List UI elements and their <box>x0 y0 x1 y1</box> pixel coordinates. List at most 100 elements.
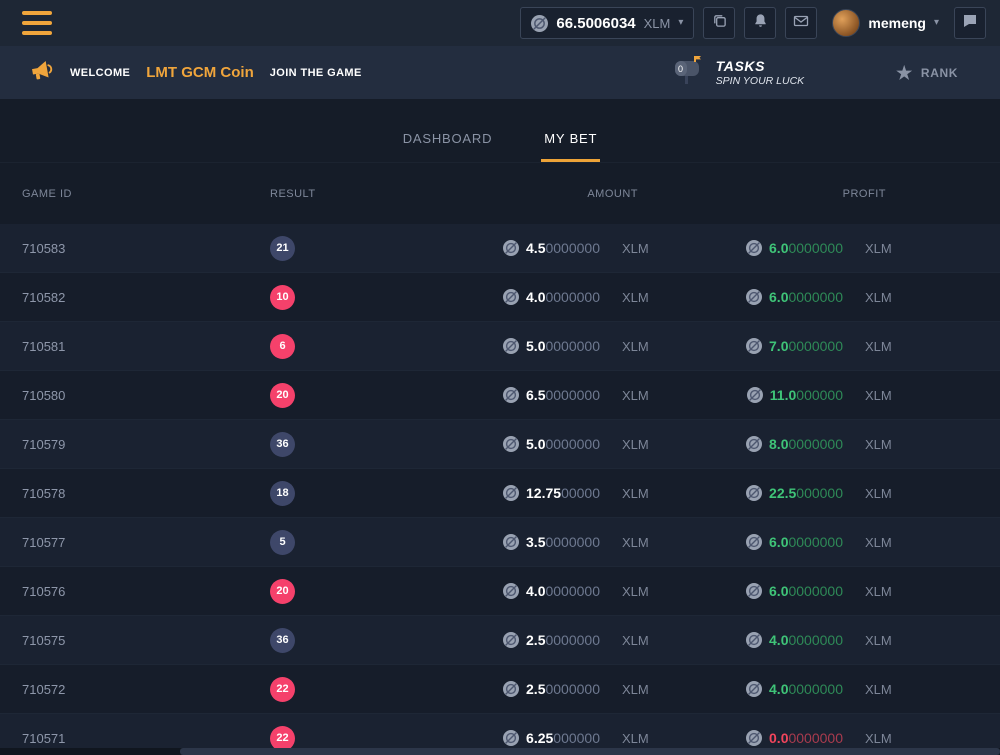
game-id: 710575 <box>22 633 270 648</box>
game-id: 710572 <box>22 682 270 697</box>
table-row[interactable]: 710576 20 4.00000000 XLM 6.00000000 XLM <box>0 567 1000 616</box>
tab-my-bet[interactable]: MY BET <box>541 131 600 162</box>
result-badge: 5 <box>270 530 295 555</box>
game-id: 710578 <box>22 486 270 501</box>
copy-button[interactable] <box>703 7 735 39</box>
result-badge: 36 <box>270 628 295 653</box>
result-cell: 36 <box>270 432 488 457</box>
coin-icon <box>503 730 519 746</box>
amount-value: 4.00000000 <box>526 583 600 599</box>
notifications-button[interactable] <box>744 7 776 39</box>
amount-cell: 6.25000000 <box>488 730 600 746</box>
rank-label: RANK <box>921 66 958 80</box>
tasks-title: TASKS <box>716 58 805 74</box>
amount-cell: 5.00000000 <box>488 338 600 354</box>
game-id: 710580 <box>22 388 270 403</box>
table-row[interactable]: 710579 36 5.00000000 XLM 8.00000000 XLM <box>0 420 1000 469</box>
profit-cell: 6.00000000 <box>656 289 843 305</box>
profit-currency: XLM <box>865 584 899 599</box>
coin-icon <box>747 387 763 403</box>
result-cell: 20 <box>270 383 488 408</box>
top-bar: 66.5006034 XLM ▾ memeng ▾ <box>0 0 1000 46</box>
table-row[interactable]: 710583 21 4.50000000 XLM 6.00000000 XLM <box>0 224 1000 273</box>
amount-cell: 12.7500000 <box>488 485 600 501</box>
amount-cell: 5.00000000 <box>488 436 600 452</box>
result-badge: 22 <box>270 726 295 751</box>
tasks-button[interactable]: 0 TASKS SPIN YOUR LUCK <box>670 54 805 91</box>
coin-icon <box>746 681 762 697</box>
amount-value: 3.50000000 <box>526 534 600 550</box>
welcome-prefix: WELCOME <box>70 67 130 79</box>
profit-value: 4.00000000 <box>769 681 843 697</box>
table-row[interactable]: 710581 6 5.00000000 XLM 7.00000000 XLM <box>0 322 1000 371</box>
coin-icon <box>503 240 519 256</box>
game-id: 710576 <box>22 584 270 599</box>
profit-currency: XLM <box>865 437 899 452</box>
join-the-game: JOIN THE GAME <box>270 67 362 79</box>
chat-icon <box>962 13 978 34</box>
megaphone-icon <box>28 56 59 89</box>
profit-currency: XLM <box>865 682 899 697</box>
coin-icon <box>746 485 762 501</box>
balance-selector[interactable]: 66.5006034 XLM ▾ <box>520 7 694 39</box>
coin-icon <box>503 485 519 501</box>
amount-currency: XLM <box>622 584 656 599</box>
result-badge: 20 <box>270 579 295 604</box>
profit-currency: XLM <box>865 633 899 648</box>
profit-currency: XLM <box>865 486 899 501</box>
avatar <box>832 9 860 37</box>
table-row[interactable]: 710582 10 4.00000000 XLM 6.00000000 XLM <box>0 273 1000 322</box>
game-id: 710582 <box>22 290 270 305</box>
table-header: GAME ID RESULT AMOUNT PROFIT <box>0 163 1000 224</box>
profit-cell: 6.00000000 <box>656 583 843 599</box>
result-badge: 20 <box>270 383 295 408</box>
amount-currency: XLM <box>622 339 656 354</box>
amount-value: 6.25000000 <box>526 730 600 746</box>
menu-button[interactable] <box>22 11 52 35</box>
profit-currency: XLM <box>865 388 899 403</box>
coin-icon <box>746 632 762 648</box>
profit-cell: 11.0000000 <box>656 387 843 403</box>
horizontal-scrollbar[interactable] <box>0 748 1000 755</box>
profit-cell: 7.00000000 <box>656 338 843 354</box>
profit-value: 22.5000000 <box>769 485 843 501</box>
table-row[interactable]: 710580 20 6.50000000 XLM 11.0000000 XLM <box>0 371 1000 420</box>
profit-value: 4.00000000 <box>769 632 843 648</box>
tab-bar: DASHBOARD MY BET <box>0 99 1000 163</box>
svg-text:0: 0 <box>678 64 683 74</box>
messages-button[interactable] <box>785 7 817 39</box>
banner-right: 0 TASKS SPIN YOUR LUCK ★ RANK <box>670 54 970 91</box>
game-id: 710577 <box>22 535 270 550</box>
amount-currency: XLM <box>622 241 656 256</box>
star-icon: ★ <box>896 64 913 82</box>
coin-icon <box>746 730 762 746</box>
scrollbar-thumb[interactable] <box>180 748 1000 755</box>
coin-icon <box>503 436 519 452</box>
result-cell: 6 <box>270 334 488 359</box>
coin-icon <box>531 15 548 32</box>
result-cell: 20 <box>270 579 488 604</box>
table-row[interactable]: 710572 22 2.50000000 XLM 4.00000000 XLM <box>0 665 1000 714</box>
user-menu[interactable]: memeng ▾ <box>832 9 939 37</box>
table-row[interactable]: 710577 5 3.50000000 XLM 6.00000000 XLM <box>0 518 1000 567</box>
amount-currency: XLM <box>622 290 656 305</box>
chat-button[interactable] <box>954 7 986 39</box>
profit-currency: XLM <box>865 290 899 305</box>
profit-value: 8.00000000 <box>769 436 843 452</box>
result-cell: 5 <box>270 530 488 555</box>
tab-dashboard[interactable]: DASHBOARD <box>400 131 496 162</box>
profit-currency: XLM <box>865 731 899 746</box>
rank-button[interactable]: ★ RANK <box>896 64 958 82</box>
mailbox-icon: 0 <box>670 54 706 91</box>
profit-value: 6.00000000 <box>769 534 843 550</box>
result-badge: 36 <box>270 432 295 457</box>
welcome-banner: WELCOME LMT GCM Coin JOIN THE GAME 0 TAS… <box>0 46 1000 99</box>
coin-icon <box>746 338 762 354</box>
amount-currency: XLM <box>622 535 656 550</box>
amount-cell: 4.00000000 <box>488 583 600 599</box>
table-row[interactable]: 710578 18 12.7500000 XLM 22.5000000 XLM <box>0 469 1000 518</box>
result-badge: 18 <box>270 481 295 506</box>
table-row[interactable]: 710575 36 2.50000000 XLM 4.00000000 XLM <box>0 616 1000 665</box>
game-id: 710581 <box>22 339 270 354</box>
amount-value: 2.50000000 <box>526 681 600 697</box>
